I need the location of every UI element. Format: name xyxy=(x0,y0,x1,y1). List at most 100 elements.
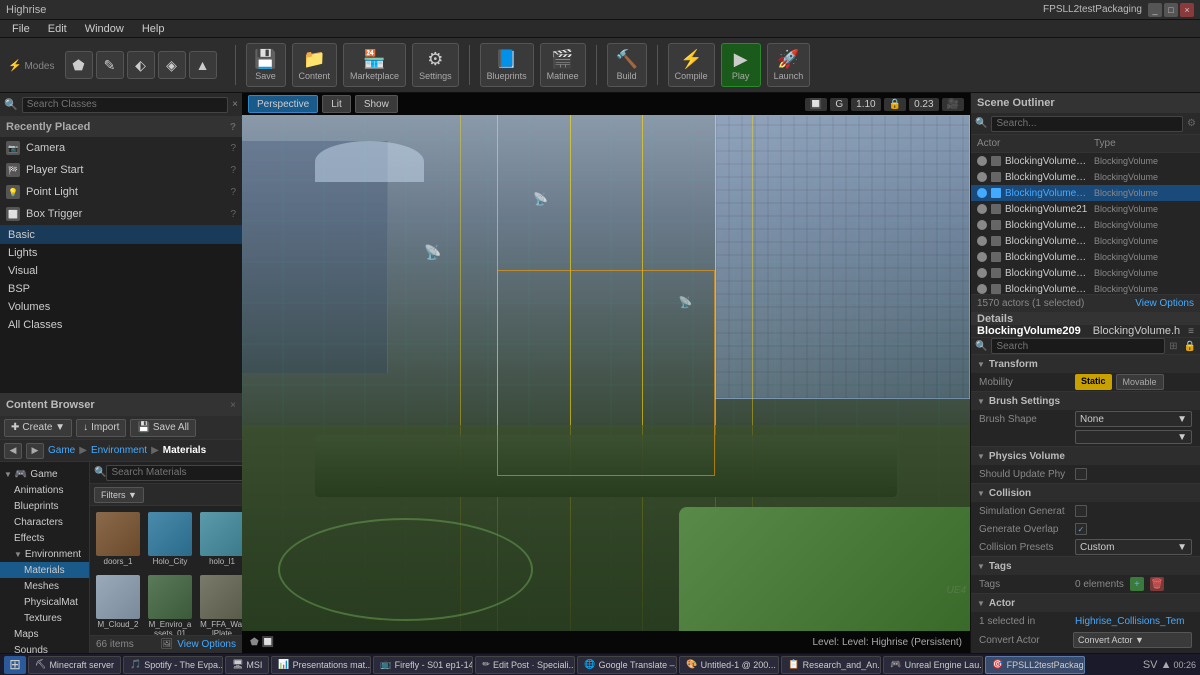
asset-holo-l1[interactable]: holo_l1 xyxy=(198,510,242,569)
static-button[interactable]: Static xyxy=(1075,374,1112,390)
delete-tag-button[interactable]: 🗑 xyxy=(1150,577,1164,591)
gen-overlap-checkbox[interactable] xyxy=(1075,523,1087,535)
tree-physicalmat[interactable]: PhysicalMat xyxy=(0,594,89,610)
cat-volumes[interactable]: Volumes xyxy=(0,298,242,316)
taskbar-untitled[interactable]: 🎨 Untitled-1 @ 200... xyxy=(679,656,779,674)
outliner-item-21[interactable]: BlockingVolume21 BlockingVolume xyxy=(971,201,1200,217)
convert-actor-dropdown[interactable]: Convert Actor ▼ xyxy=(1073,632,1192,648)
bc-game[interactable]: Game xyxy=(48,445,75,456)
settings-button[interactable]: ⚙ Settings xyxy=(412,43,459,87)
cat-all-classes[interactable]: All Classes xyxy=(0,316,242,334)
start-button[interactable]: ⊞ xyxy=(4,656,26,674)
mode-foliage[interactable]: ◈ xyxy=(158,51,186,79)
cb-close-icon[interactable]: × xyxy=(230,400,236,411)
content-button[interactable]: 📁 Content xyxy=(292,43,338,87)
cat-lights[interactable]: Lights xyxy=(0,244,242,262)
mode-select[interactable]: ⬟ xyxy=(65,51,93,79)
add-tag-button[interactable]: + xyxy=(1130,577,1144,591)
import-button[interactable]: ↓ Import xyxy=(76,419,126,437)
tree-materials[interactable]: Materials xyxy=(0,562,89,578)
tree-maps[interactable]: Maps xyxy=(0,626,89,642)
cat-visual[interactable]: Visual xyxy=(0,262,242,280)
mode-landscape[interactable]: ⬖ xyxy=(127,51,155,79)
matinee-button[interactable]: 🎬 Matinee xyxy=(540,43,586,87)
vp-show[interactable]: Show xyxy=(355,95,398,113)
asset-doors1[interactable]: doors_1 xyxy=(94,510,142,569)
placed-box-trigger[interactable]: ⬜ Box Trigger ? xyxy=(0,203,242,225)
transform-header[interactable]: Transform xyxy=(971,355,1200,373)
nav-forward[interactable]: ▶ xyxy=(26,443,44,459)
tree-sounds[interactable]: Sounds xyxy=(0,642,89,653)
outliner-item-212[interactable]: BlockingVolume212 BlockingVolume xyxy=(971,249,1200,265)
minimize-button[interactable]: _ xyxy=(1148,3,1162,17)
outliner-view-options[interactable]: View Options xyxy=(1135,298,1194,309)
brush-shape-dropdown[interactable]: None ▼ xyxy=(1075,411,1192,427)
vp-perspective[interactable]: Perspective xyxy=(248,95,318,113)
asset-cloud[interactable]: M_Cloud_2 xyxy=(94,573,142,635)
placed-player-start[interactable]: 🏁 Player Start ? xyxy=(0,159,242,181)
tree-animations[interactable]: Animations xyxy=(0,482,89,498)
taskbar-editpost[interactable]: ✏ Edit Post · Speciali... xyxy=(475,656,575,674)
collision-header[interactable]: Collision xyxy=(971,484,1200,502)
compile-button[interactable]: ⚡ Compile xyxy=(668,43,715,87)
outliner-item-213[interactable]: BlockingVolume213 BlockingVolume xyxy=(971,265,1200,281)
close-button[interactable]: × xyxy=(1180,3,1194,17)
placed-point-light[interactable]: 💡 Point Light ? xyxy=(0,181,242,203)
build-button[interactable]: 🔨 Build xyxy=(607,43,647,87)
details-lock-icon[interactable]: 🔒 xyxy=(1184,341,1196,352)
taskbar-firefly[interactable]: 📺 Firefly - S01 ep1-14 xyxy=(373,656,473,674)
bc-environment[interactable]: Environment xyxy=(91,445,147,456)
launch-button[interactable]: 🚀 Launch xyxy=(767,43,811,87)
details-options-icon[interactable]: ≡ xyxy=(1188,326,1194,337)
taskbar-presentations[interactable]: 📊 Presentations mat... xyxy=(271,656,371,674)
menu-help[interactable]: Help xyxy=(134,20,173,38)
tags-header[interactable]: Tags xyxy=(971,557,1200,575)
details-grid-icon[interactable]: ⊞ xyxy=(1169,341,1177,352)
details-search-input[interactable] xyxy=(991,338,1165,354)
nav-back[interactable]: ◀ xyxy=(4,443,22,459)
view-options-button[interactable]: View Options xyxy=(177,639,236,650)
save-button[interactable]: 💾 Save xyxy=(246,43,286,87)
menu-file[interactable]: File xyxy=(4,20,38,38)
create-button[interactable]: ✚ Create ▼ xyxy=(4,419,72,437)
movable-button[interactable]: Movable xyxy=(1116,374,1164,390)
details-link[interactable]: BlockingVolume.h xyxy=(1093,325,1180,337)
tree-game[interactable]: ▼🎮Game xyxy=(0,466,89,482)
mode-paint[interactable]: ✎ xyxy=(96,51,124,79)
menu-window[interactable]: Window xyxy=(77,20,132,38)
taskbar-msi[interactable]: 🖥 MSI xyxy=(225,656,269,674)
filters-button[interactable]: Filters ▼ xyxy=(94,487,144,503)
search-clear-icon[interactable]: × xyxy=(232,99,238,110)
blueprints-button[interactable]: 📘 Blueprints xyxy=(480,43,534,87)
outliner-item-211[interactable]: BlockingVolume211 BlockingVolume xyxy=(971,233,1200,249)
collision-presets-dropdown[interactable]: Custom ▼ xyxy=(1075,539,1192,555)
taskbar-unreal[interactable]: 🎮 Unreal Engine Lau... xyxy=(883,656,983,674)
asset-env[interactable]: M_Enviro_assets_01 xyxy=(146,573,194,635)
physics-header[interactable]: Physics Volume xyxy=(971,447,1200,465)
taskbar-research[interactable]: 📋 Research_and_An... xyxy=(781,656,881,674)
play-button[interactable]: ▶ Play xyxy=(721,43,761,87)
placed-camera[interactable]: 📷 Camera ? xyxy=(0,137,242,159)
tray-sv[interactable]: SV ▲ xyxy=(1143,659,1172,671)
save-all-button[interactable]: 💾 Save All xyxy=(130,419,196,437)
tree-environment[interactable]: ▼Environment xyxy=(0,546,89,562)
taskbar-fpsll2[interactable]: 🎯 FPSLL2testPackagi... xyxy=(985,656,1085,674)
cat-basic[interactable]: Basic xyxy=(0,226,242,244)
tree-meshes[interactable]: Meshes xyxy=(0,578,89,594)
search-materials-input[interactable] xyxy=(106,465,242,481)
tree-characters[interactable]: Characters xyxy=(0,514,89,530)
asset-holo-city[interactable]: Holo_City xyxy=(146,510,194,569)
brush-extra-dropdown[interactable]: ▼ xyxy=(1075,430,1192,444)
tree-effects[interactable]: Effects xyxy=(0,530,89,546)
outliner-item-210[interactable]: BlockingVolume210 BlockingVolume xyxy=(971,217,1200,233)
bc-materials[interactable]: Materials xyxy=(163,445,206,456)
tree-textures[interactable]: Textures xyxy=(0,610,89,626)
maximize-button[interactable]: □ xyxy=(1164,3,1178,17)
taskbar-minecraft[interactable]: ⛏ Minecraft server xyxy=(28,656,121,674)
taskbar-spotify[interactable]: 🎵 Spotify - The Evpa... xyxy=(123,656,223,674)
outliner-search-input[interactable] xyxy=(991,116,1183,132)
vp-lit[interactable]: Lit xyxy=(322,95,351,113)
tree-blueprints[interactable]: Blueprints xyxy=(0,498,89,514)
search-classes-input[interactable] xyxy=(22,97,228,113)
outliner-item-209[interactable]: BlockingVolume209 BlockingVolume xyxy=(971,185,1200,201)
